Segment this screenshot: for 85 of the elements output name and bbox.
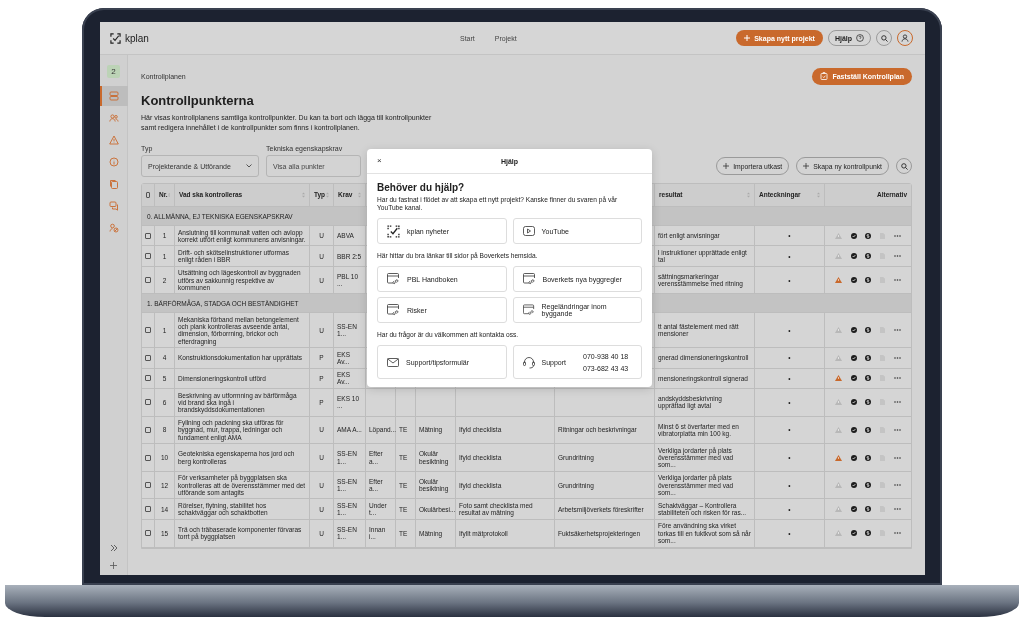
plus-icon[interactable] — [110, 562, 117, 569]
coin-icon[interactable] — [865, 399, 872, 406]
close-button[interactable]: × — [377, 156, 382, 166]
logo-icon — [387, 224, 400, 238]
checkbox[interactable] — [145, 354, 151, 361]
checkbox[interactable] — [145, 253, 151, 260]
more-icon[interactable] — [893, 428, 901, 431]
more-icon[interactable] — [893, 329, 901, 332]
check-icon[interactable] — [850, 327, 857, 334]
coin-icon[interactable] — [865, 375, 872, 382]
more-icon[interactable] — [893, 356, 901, 359]
warning-icon[interactable] — [835, 375, 843, 382]
more-icon[interactable] — [893, 508, 901, 511]
expand-icon[interactable] — [109, 544, 118, 552]
more-icon[interactable] — [893, 532, 901, 535]
plus-icon — [803, 163, 810, 169]
sidebar-item[interactable] — [100, 86, 128, 106]
web-link-icon — [387, 304, 400, 316]
more-icon[interactable] — [893, 401, 901, 404]
coin-icon[interactable] — [865, 354, 872, 361]
coin-icon[interactable] — [865, 426, 872, 433]
checkbox[interactable] — [145, 426, 151, 433]
check-icon[interactable] — [850, 277, 857, 284]
user-icon — [901, 34, 909, 42]
page-title: Kontrollpunkterna — [141, 93, 255, 108]
chevron-down-icon — [246, 164, 252, 168]
web-link-icon — [522, 273, 536, 285]
plus-icon — [744, 35, 751, 41]
warning-icon[interactable] — [835, 454, 843, 461]
more-icon[interactable] — [893, 255, 901, 258]
checkbox[interactable] — [145, 232, 151, 239]
more-icon[interactable] — [893, 234, 901, 237]
checkbox[interactable] — [145, 277, 151, 284]
mail-icon — [387, 357, 399, 367]
documents-icon — [108, 179, 119, 189]
check-icon[interactable] — [850, 506, 857, 513]
checkbox[interactable] — [145, 327, 151, 334]
check-icon[interactable] — [850, 354, 857, 361]
check-icon[interactable] — [850, 482, 857, 489]
check-icon[interactable] — [850, 232, 857, 239]
more-icon[interactable] — [893, 456, 901, 459]
coin-icon[interactable] — [865, 327, 872, 334]
project-badge: 2 — [107, 65, 120, 78]
warning-icon[interactable] — [835, 277, 843, 284]
search-icon — [900, 162, 908, 170]
plus-icon — [723, 163, 730, 169]
check-icon[interactable] — [850, 375, 857, 382]
more-icon[interactable] — [893, 484, 901, 487]
logo-icon — [110, 32, 121, 44]
coin-icon[interactable] — [865, 232, 872, 239]
chat-icon — [108, 201, 119, 211]
checkbox[interactable] — [146, 192, 150, 198]
logo-text: kplan — [125, 32, 149, 44]
coin-icon[interactable] — [865, 482, 872, 489]
check-icon[interactable] — [850, 426, 857, 433]
coin-icon[interactable] — [865, 506, 872, 513]
info-icon — [108, 157, 119, 167]
play-icon — [522, 226, 535, 236]
user-settings-icon — [108, 223, 119, 233]
checkbox[interactable] — [145, 530, 151, 537]
clipboard-icon — [820, 72, 829, 80]
check-icon[interactable] — [850, 399, 857, 406]
dialog-heading: Behöver du hjälp? — [377, 182, 466, 193]
more-icon[interactable] — [893, 279, 901, 282]
warning-icon — [108, 135, 119, 145]
checkbox[interactable] — [145, 375, 151, 382]
more-icon[interactable] — [893, 377, 901, 380]
web-link-icon — [522, 304, 535, 316]
checkbox[interactable] — [145, 482, 151, 489]
check-icon[interactable] — [850, 454, 857, 461]
coin-icon[interactable] — [865, 277, 872, 284]
help-icon — [856, 34, 864, 42]
checkbox[interactable] — [145, 399, 151, 406]
check-icon[interactable] — [850, 530, 857, 537]
web-link-icon — [387, 273, 400, 285]
coin-icon[interactable] — [865, 530, 872, 537]
search-icon — [880, 34, 888, 42]
layers-icon — [108, 91, 119, 101]
coin-icon[interactable] — [865, 454, 872, 461]
headset-icon — [522, 355, 535, 369]
coin-icon[interactable] — [865, 253, 872, 260]
people-icon — [108, 113, 119, 123]
checkbox[interactable] — [145, 454, 151, 461]
check-icon[interactable] — [850, 253, 857, 260]
checkbox[interactable] — [145, 506, 151, 513]
